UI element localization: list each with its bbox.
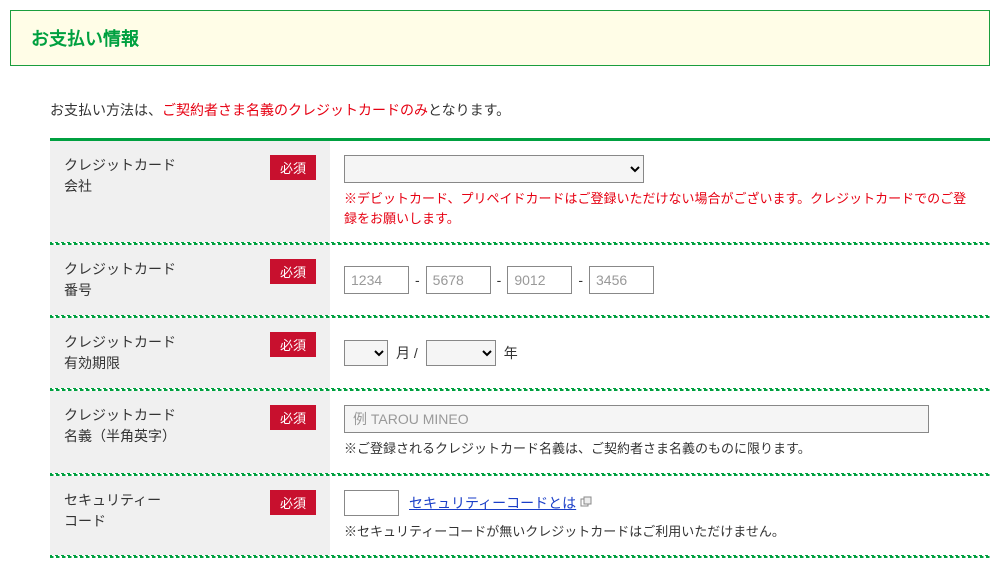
label-cell: クレジットカード名義（半角英字） 必須 [50,391,330,473]
input-cell: ※デビットカード、プリペイドカードはご登録いただけない場合がございます。クレジッ… [330,141,990,242]
card-name-input[interactable] [344,405,929,433]
required-badge: 必須 [270,405,316,430]
month-suffix: 月 / [396,343,418,363]
note-suffix: となります。 [428,102,510,118]
external-link-icon [580,495,592,511]
security-code-note: ※セキュリティーコードが無いクレジットカードはご利用いただけません。 [344,522,976,542]
required-badge: 必須 [270,155,316,180]
input-cell: セキュリティーコードとは ※セキュリティーコードが無いクレジットカードはご利用い… [330,476,990,556]
content-area: お支払い方法は、ご契約者さま名義のクレジットカードのみとなります。 クレジットカ… [0,76,1000,568]
label-card-expiry: クレジットカード有効期限 [64,332,176,374]
card-number-2[interactable] [426,266,491,294]
input-cell: ※ご登録されるクレジットカード名義は、ご契約者さま名義のものに限ります。 [330,391,990,473]
card-number-3[interactable] [507,266,572,294]
row-card-number: クレジットカード番号 必須 - - - [50,245,990,316]
label-security-code: セキュリティーコード [64,490,161,532]
row-card-company: クレジットカード会社 必須 ※デビットカード、プリペイドカードはご登録いただけな… [50,141,990,243]
card-company-select[interactable] [344,155,644,183]
required-badge: 必須 [270,332,316,357]
security-code-help-link[interactable]: セキュリティーコードとは [409,493,576,513]
required-badge: 必須 [270,490,316,515]
label-card-number: クレジットカード番号 [64,259,176,301]
input-cell: 月 / 年 [330,318,990,388]
expiry-year-select[interactable] [426,340,496,366]
page-title: お支払い情報 [31,25,969,51]
section-header: お支払い情報 [10,10,990,66]
row-card-name: クレジットカード名義（半角英字） 必須 ※ご登録されるクレジットカード名義は、ご… [50,391,990,474]
row-security-code: セキュリティーコード 必須 セキュリティーコードとは ※セキュリティーコードが無… [50,476,990,557]
separator: - [497,272,502,288]
label-cell: クレジットカード会社 必須 [50,141,330,242]
expiry-month-select[interactable] [344,340,388,366]
card-name-note: ※ご登録されるクレジットカード名義は、ご契約者さま名義のものに限ります。 [344,439,976,459]
required-badge: 必須 [270,259,316,284]
card-number-1[interactable] [344,266,409,294]
security-code-input[interactable] [344,490,399,516]
label-card-name: クレジットカード名義（半角英字） [64,405,176,447]
row-card-expiry: クレジットカード有効期限 必須 月 / 年 [50,318,990,389]
card-number-4[interactable] [589,266,654,294]
year-suffix: 年 [504,343,518,363]
card-company-note: ※デビットカード、プリペイドカードはご登録いただけない場合がございます。クレジッ… [344,189,976,228]
separator: - [415,272,420,288]
label-cell: セキュリティーコード 必須 [50,476,330,556]
label-card-company: クレジットカード会社 [64,155,176,197]
row-divider [50,556,990,558]
label-cell: クレジットカード有効期限 必須 [50,318,330,388]
note-highlighted: ご契約者さま名義のクレジットカードのみ [162,102,428,118]
note-prefix: お支払い方法は、 [50,102,162,118]
payment-method-note: お支払い方法は、ご契約者さま名義のクレジットカードのみとなります。 [50,100,990,120]
input-cell: - - - [330,245,990,315]
label-cell: クレジットカード番号 必須 [50,245,330,315]
payment-form: クレジットカード会社 必須 ※デビットカード、プリペイドカードはご登録いただけな… [50,138,990,558]
separator: - [578,272,583,288]
